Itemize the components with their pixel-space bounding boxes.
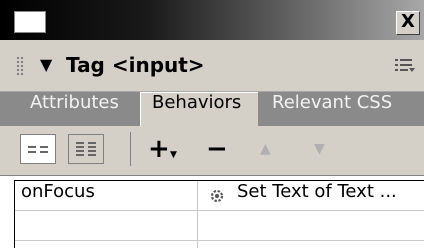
window-icon (14, 11, 46, 33)
event-cell[interactable] (21, 211, 197, 241)
add-behavior-button[interactable]: + (148, 134, 170, 164)
add-menu-caret-icon[interactable]: ▼ (170, 150, 177, 160)
event-cell[interactable]: onFocus (21, 181, 197, 211)
action-cell[interactable]: Set Text of Text ... (205, 181, 424, 211)
table-row[interactable] (15, 211, 424, 241)
window-titlebar: X (0, 0, 424, 40)
close-button[interactable]: X (396, 11, 420, 35)
tab-attributes[interactable]: Attributes (30, 92, 119, 126)
behaviors-table: onFocus Set Text of Text ... (14, 180, 424, 248)
panel-options-menu-icon[interactable] (394, 56, 416, 74)
panel-header[interactable]: ▼ Tag <input> (0, 40, 424, 92)
move-up-button[interactable]: ▲ (260, 134, 271, 164)
move-down-button[interactable]: ▼ (314, 134, 325, 164)
drag-grip-icon[interactable] (16, 56, 24, 76)
toolbar-separator (130, 132, 131, 166)
show-all-events-button[interactable] (68, 134, 104, 164)
action-cell[interactable] (205, 211, 424, 241)
show-set-events-button[interactable] (20, 134, 56, 164)
collapse-triangle-icon[interactable]: ▼ (40, 55, 52, 75)
tab-behaviors[interactable]: Behaviors (152, 92, 241, 126)
tab-relevant-css[interactable]: Relevant CSS (272, 92, 392, 126)
panel-title: Tag <input> (66, 53, 205, 77)
remove-behavior-button[interactable]: − (206, 134, 228, 164)
table-row[interactable]: onFocus Set Text of Text ... (15, 181, 424, 211)
